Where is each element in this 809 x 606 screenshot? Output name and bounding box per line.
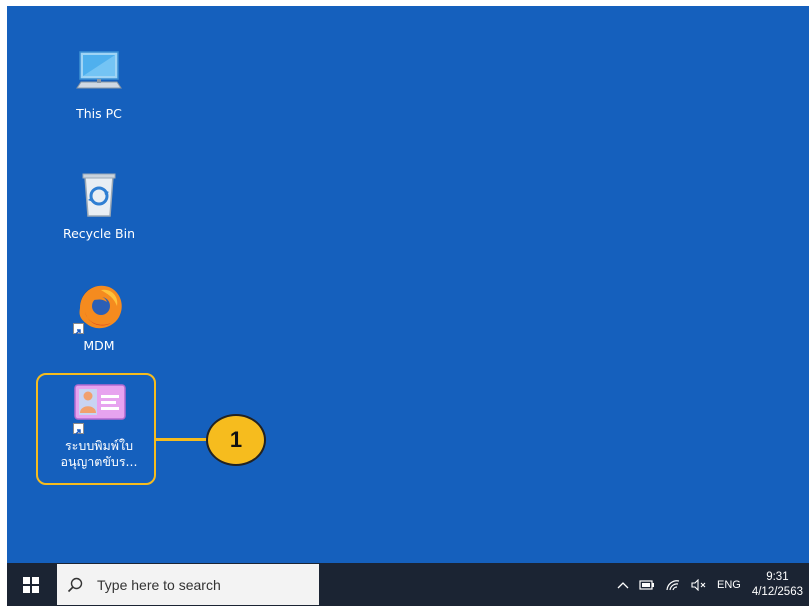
desktop-icon-label: This PC [76, 106, 122, 121]
computer-icon [71, 46, 127, 102]
windows-logo-icon [23, 576, 39, 593]
clock-time: 9:31 [766, 570, 789, 583]
desktop-icon-label: Recycle Bin [62, 226, 136, 241]
start-button[interactable] [7, 563, 55, 606]
desktop-icon-this-pc[interactable]: This PC [47, 46, 151, 122]
volume-muted-icon[interactable] [691, 578, 707, 591]
desktop: This PC Recycle Bin MDM ระบบพิมพ์ใบ อนุญ… [7, 6, 809, 563]
wifi-icon[interactable] [665, 579, 681, 591]
system-tray: ENG 9:31 4/12/2563 [612, 563, 809, 606]
language-indicator[interactable]: ENG [717, 579, 741, 591]
clock[interactable]: 9:31 4/12/2563 [752, 570, 803, 600]
search-icon [67, 577, 97, 593]
highlight-frame [36, 373, 156, 485]
recycle-bin-icon [71, 166, 127, 222]
taskbar-search-box[interactable]: Type here to search [57, 564, 319, 605]
search-placeholder: Type here to search [97, 576, 221, 593]
desktop-icon-recycle-bin[interactable]: Recycle Bin [47, 166, 151, 242]
callout-connector [156, 438, 208, 441]
desktop-icon-label: MDM [83, 338, 115, 353]
desktop-icon-mdm[interactable]: MDM [47, 278, 151, 354]
show-hidden-icons-chevron-up-icon[interactable] [617, 580, 629, 590]
firefox-icon [71, 278, 127, 335]
battery-icon[interactable] [639, 579, 655, 591]
shortcut-arrow-icon [73, 323, 84, 335]
clock-date: 4/12/2563 [751, 585, 803, 598]
callout-badge: 1 [206, 414, 266, 466]
taskbar: Type here to search ENG 9:31 4/12/2563 [7, 563, 809, 606]
